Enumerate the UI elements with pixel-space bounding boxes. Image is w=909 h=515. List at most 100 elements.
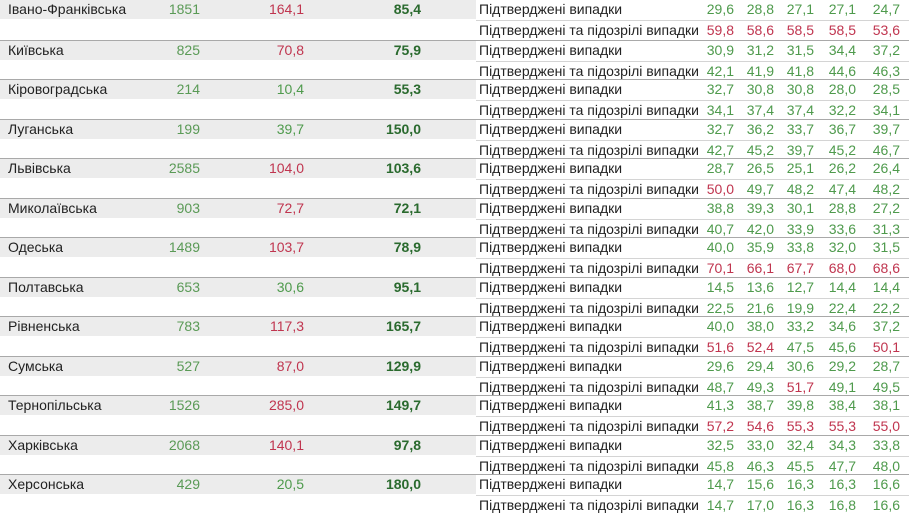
case-type-label: Підтверджені випадки (479, 318, 623, 334)
region-name: Сумська (8, 357, 64, 374)
case-value: 49,7 (746, 181, 774, 197)
case-value: 38,1 (872, 397, 900, 413)
case-value: 50,0 (706, 181, 734, 197)
case-value: 29,6 (706, 357, 734, 374)
case-value: 30,1 (786, 199, 814, 216)
case-value: 14,7 (706, 497, 734, 513)
case-value: 52,4 (746, 339, 774, 355)
case-value: 28,7 (872, 357, 900, 374)
region-rate: 285,0 (268, 397, 304, 413)
case-value: 14,7 (706, 476, 734, 492)
region-cases: 825 (176, 41, 200, 58)
region-rate: 164,1 (268, 1, 304, 17)
case-value: 13,6 (746, 278, 774, 295)
case-value: 40,0 (706, 239, 734, 255)
confirmed-suspected-cases-line: Підтверджені та підозрілі випадки 59,8 58,… (476, 20, 909, 40)
region-cases: 653 (176, 278, 200, 295)
region-name: Івано-Франківська (8, 1, 127, 17)
case-value: 34,1 (706, 102, 734, 118)
case-type-label: Підтверджені випадки (479, 199, 623, 216)
confirmed-suspected-cases-line: Підтверджені та підозрілі випадки 42,7 45,… (476, 139, 909, 160)
case-value: 55,3 (828, 418, 856, 434)
case-value: 50,1 (872, 339, 900, 355)
case-value: 45,2 (828, 141, 856, 158)
case-value: 14,4 (872, 278, 900, 295)
case-value: 37,2 (872, 41, 900, 58)
case-type-label: Підтверджені випадки (479, 1, 623, 17)
region-rate: 87,0 (276, 357, 304, 374)
case-value: 14,5 (706, 278, 734, 295)
region-name: Харківська (8, 436, 78, 453)
region-rate: 117,3 (270, 318, 304, 334)
case-type-label: Підтверджені випадки (479, 41, 623, 58)
case-value: 42,1 (706, 62, 734, 79)
region-index: 103,6 (385, 160, 421, 176)
region-rate: 20,5 (276, 476, 304, 492)
region-rate: 140,1 (268, 436, 304, 453)
case-value: 26,5 (746, 160, 774, 176)
confirmed-suspected-cases-line: Підтверджені та підозрілі випадки 42,1 41,… (476, 60, 909, 81)
case-value: 28,7 (706, 160, 734, 176)
case-value: 33,7 (786, 120, 814, 137)
region-name: Полтавська (8, 278, 84, 295)
case-value: 31,5 (872, 239, 900, 255)
region-row: Миколаївська 903 72,7 72,1 Підтверджені випа… (0, 197, 909, 239)
region-rate: 104,0 (268, 160, 304, 176)
case-value: 42,7 (706, 141, 734, 158)
case-value: 16,6 (872, 476, 900, 492)
case-value: 33,0 (746, 436, 774, 453)
case-value: 31,2 (746, 41, 774, 58)
case-type-label: Підтверджені та підозрілі випадки (479, 62, 699, 79)
region-name: Кіровоградська (8, 81, 108, 97)
case-type-label: Підтверджені та підозрілі випадки (479, 181, 699, 197)
confirmed-suspected-cases-line: Підтверджені та підозрілі випадки 34,1 37,… (476, 100, 909, 120)
case-value: 48,7 (706, 378, 734, 395)
case-value: 32,5 (706, 436, 734, 453)
region-row: Харківська 2068 140,1 97,8 Підтверджені випа… (0, 434, 909, 476)
case-value: 37,4 (746, 102, 774, 118)
region-name: Миколаївська (8, 199, 97, 216)
region-name: Тернопільська (8, 397, 102, 413)
region-cases: 199 (176, 120, 200, 137)
region-row: Сумська 527 87,0 129,9 Підтверджені випадки 2… (0, 355, 909, 397)
confirmed-cases-line: Підтверджені випадки 40,0 35,9 33,8 32,0 31,5 (476, 238, 909, 257)
case-type-label: Підтверджені випадки (479, 120, 623, 137)
region-cases: 527 (176, 357, 200, 374)
region-index: 85,4 (393, 1, 421, 17)
region-index: 97,8 (393, 436, 421, 453)
case-value: 46,3 (872, 62, 900, 79)
case-value: 51,7 (786, 378, 814, 395)
case-value: 51,6 (706, 339, 734, 355)
case-value: 47,5 (786, 339, 814, 355)
case-type-label: Підтверджені випадки (479, 81, 623, 97)
case-value: 46,3 (746, 457, 774, 474)
case-value: 33,6 (828, 220, 856, 237)
case-value: 37,4 (786, 102, 814, 118)
case-value: 55,3 (786, 418, 814, 434)
case-value: 27,1 (786, 1, 814, 17)
case-value: 30,6 (786, 357, 814, 374)
case-value: 27,1 (828, 1, 856, 17)
case-value: 34,3 (828, 436, 856, 453)
confirmed-suspected-cases-line: Підтверджені та підозрілі випадки 48,7 49,… (476, 376, 909, 397)
case-value: 12,7 (786, 278, 814, 295)
case-value: 45,2 (746, 141, 774, 158)
case-value: 31,3 (872, 220, 900, 237)
case-value: 38,4 (828, 397, 856, 413)
case-type-label: Підтверджені та підозрілі випадки (479, 497, 699, 513)
region-cases: 2585 (168, 160, 200, 176)
case-value: 46,7 (872, 141, 900, 158)
confirmed-cases-line: Підтверджені випадки 32,5 33,0 32,4 34,3 33,8 (476, 436, 909, 455)
case-type-label: Підтверджені та підозрілі випадки (479, 339, 699, 355)
case-value: 55,0 (872, 418, 900, 434)
confirmed-suspected-cases-line: Підтверджені та підозрілі випадки 45,8 46,… (476, 455, 909, 476)
confirmed-cases-line: Підтверджені випадки 41,3 38,7 39,8 38,4 38,1 (476, 396, 909, 415)
case-value: 40,7 (706, 220, 734, 237)
case-value: 40,0 (706, 318, 734, 334)
case-value: 49,1 (828, 378, 856, 395)
case-value: 17,0 (746, 497, 774, 513)
region-name: Рівненська (8, 318, 80, 334)
case-value: 19,9 (786, 299, 814, 316)
case-value: 53,6 (872, 22, 900, 38)
case-type-label: Підтверджені та підозрілі випадки (479, 22, 699, 38)
